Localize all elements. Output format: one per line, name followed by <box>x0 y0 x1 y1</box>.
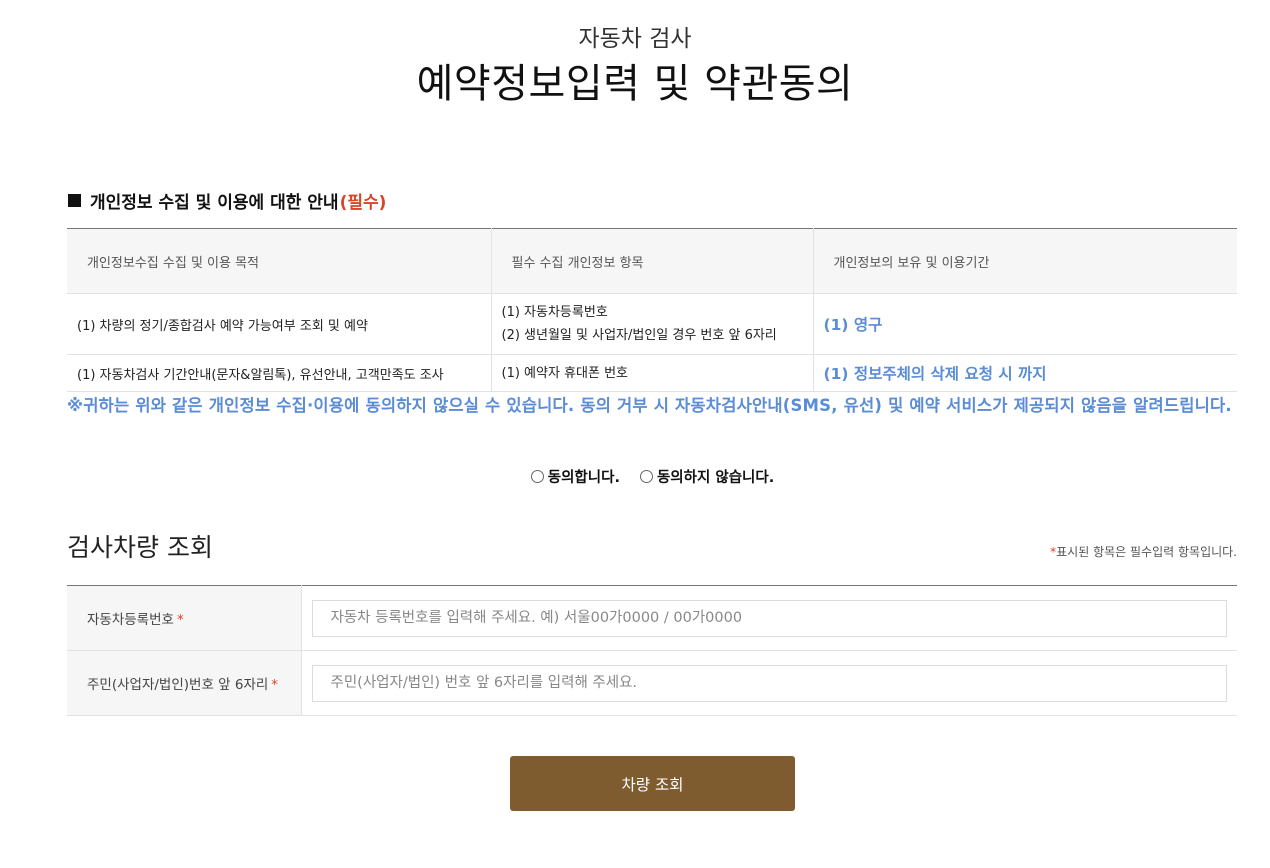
required-note: *표시된 항목은 필수입력 항목입니다. <box>1050 543 1237 560</box>
privacy-row-items: (1) 자동차등록번호 (2) 생년월일 및 사업자/법인일 경우 번호 앞 6… <box>491 293 814 355</box>
privacy-row-item: (1) 예약자 휴대폰 번호 <box>501 365 629 381</box>
radio-circle-icon[interactable] <box>530 470 544 483</box>
disagree-label[interactable]: 동의하지 않습니다. <box>657 466 774 487</box>
privacy-table-header-row: 개인정보수집 수집 및 이용 목적 필수 수집 개인정보 항목 개인정보의 보유… <box>67 228 1237 294</box>
privacy-row-items: (1) 예약자 휴대폰 번호 <box>491 354 814 392</box>
registration-number-input[interactable] <box>311 599 1227 637</box>
privacy-row-item: (2) 생년월일 및 사업자/법인일 경우 번호 앞 6자리 <box>501 328 777 343</box>
consent-radio-group: 동의합니다. 동의하지 않습니다. <box>0 466 1270 487</box>
required-star: * <box>271 677 279 693</box>
page-header: 자동차 검사 예약정보입력 및 약관동의 <box>0 22 1270 110</box>
id-prefix-input[interactable] <box>311 664 1227 702</box>
vehicle-search-button[interactable]: 차량 조회 <box>510 756 795 811</box>
privacy-notice: ※귀하는 위와 같은 개인정보 수집·이용에 동의하지 않으실 수 있습니다. … <box>67 396 1232 415</box>
required-note-text: 표시된 항목은 필수입력 항목입니다. <box>1056 545 1237 559</box>
privacy-heading-required: (필수) <box>339 193 387 213</box>
privacy-heading-text: 개인정보 수집 및 이용에 대한 안내 <box>90 193 339 213</box>
privacy-row-purpose: (1) 자동차검사 기간안내(문자&알림톡), 유선안내, 고객만족도 조사 <box>67 354 492 392</box>
privacy-row-period: (1) 영구 <box>813 293 1237 355</box>
registration-number-cell <box>301 585 1237 651</box>
id-prefix-label: 주민(사업자/법인)번호 앞 6자리 * <box>67 650 302 716</box>
field-label: 자동차등록번호 <box>87 612 174 628</box>
privacy-row-item: (1) 자동차등록번호 <box>501 305 608 320</box>
privacy-section-heading: 개인정보 수집 및 이용에 대한 안내 (필수) <box>68 188 386 213</box>
agree-label[interactable]: 동의합니다. <box>548 466 620 487</box>
privacy-row-purpose: (1) 차량의 정기/종합검사 예약 가능여부 조회 및 예약 <box>67 293 492 355</box>
form-row: 주민(사업자/법인)번호 앞 6자리 * <box>67 650 1237 716</box>
field-label: 주민(사업자/법인)번호 앞 6자리 <box>87 677 269 693</box>
id-prefix-cell <box>301 650 1237 716</box>
privacy-col-period: 개인정보의 보유 및 이용기간 <box>813 228 1237 294</box>
vehicle-search-form: 자동차등록번호* 주민(사업자/법인)번호 앞 6자리* <box>67 585 1237 716</box>
privacy-col-purpose: 개인정보수집 수집 및 이용 목적 <box>67 228 492 294</box>
form-row: 자동차등록번호 * <box>67 585 1237 651</box>
privacy-row-period: (1) 정보주체의 삭제 요청 시 까지 <box>813 354 1237 392</box>
vehicle-search-title: 검사차량 조회 <box>67 533 213 562</box>
table-row: (1) 차량의 정기/종합검사 예약 가능여부 조회 및 예약 (1) 자동차등… <box>67 293 1237 355</box>
privacy-table: 개인정보수집 수집 및 이용 목적 필수 수집 개인정보 항목 개인정보의 보유… <box>67 228 1237 392</box>
table-row: (1) 자동차검사 기간안내(문자&알림톡), 유선안내, 고객만족도 조사 (… <box>67 354 1237 392</box>
required-star: * <box>176 612 184 628</box>
agree-radio[interactable]: 동의합니다. <box>530 466 620 487</box>
page-subtitle: 자동차 검사 <box>578 26 692 52</box>
disagree-radio[interactable]: 동의하지 않습니다. <box>639 466 774 487</box>
registration-number-label: 자동차등록번호 * <box>67 585 302 651</box>
square-bullet-icon <box>68 194 81 207</box>
privacy-col-items: 필수 수집 개인정보 항목 <box>491 228 814 294</box>
radio-circle-icon[interactable] <box>639 470 653 483</box>
page-title: 예약정보입력 및 약관동의 <box>416 61 854 107</box>
